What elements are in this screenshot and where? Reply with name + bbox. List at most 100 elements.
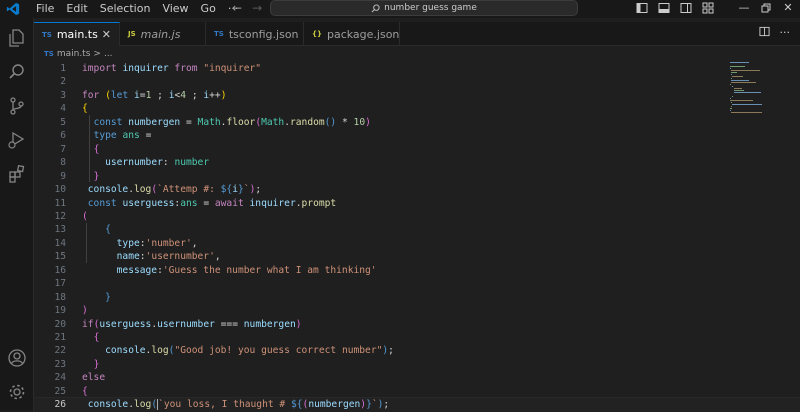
- breadcrumb-file[interactable]: main.ts: [57, 49, 91, 59]
- breadcrumb-more[interactable]: ...: [104, 49, 113, 59]
- code-line[interactable]: 13 {: [34, 223, 800, 236]
- line-number: 8: [60, 157, 66, 169]
- code-line[interactable]: 8 usernumber: number: [34, 156, 800, 169]
- toggle-panel-icon[interactable]: [658, 2, 670, 14]
- code-token: ;: [383, 399, 390, 411]
- code-token: prompt: [301, 197, 337, 209]
- code-line[interactable]: 20 if(userguess.usernumber === numbergen): [34, 318, 800, 331]
- minimap-line: [731, 106, 732, 107]
- line-number: 17: [54, 278, 66, 290]
- line-number: 12: [54, 210, 66, 222]
- code-token: =: [185, 116, 198, 128]
- code-line[interactable]: 23 }: [34, 358, 800, 371]
- split-editor-icon[interactable]: [758, 26, 770, 37]
- code-line[interactable]: 10 console.log(`Attemp #: ${i}`);: [34, 183, 800, 196]
- toggle-sidebar-icon[interactable]: [636, 2, 648, 14]
- title-bar: File Edit Selection View Go ··· ← → numb…: [0, 0, 800, 18]
- tab-main-ts[interactable]: TS main.ts ✕: [34, 22, 120, 46]
- run-debug-icon[interactable]: [7, 130, 27, 150]
- code-line[interactable]: 22 console.log("Good job! you guess corr…: [34, 344, 800, 357]
- code-token: `you loss, I thaught #: [158, 399, 291, 411]
- line-number: 6: [60, 130, 66, 142]
- code-token: const: [93, 116, 129, 128]
- code-line[interactable]: 9 }: [34, 170, 800, 183]
- line-number: 23: [54, 358, 66, 370]
- minimize-icon[interactable]: —: [738, 2, 750, 14]
- back-arrow-icon[interactable]: ←: [232, 1, 242, 15]
- line-number: 21: [54, 332, 66, 343]
- code-token: name: [116, 251, 140, 263]
- code-token: for: [82, 89, 106, 101]
- restore-icon[interactable]: [760, 2, 772, 14]
- close-window-icon[interactable]: ✕: [782, 2, 794, 14]
- code-line[interactable]: 12 (: [34, 210, 800, 223]
- gear-icon[interactable]: [7, 382, 27, 402]
- code-token: userguess: [122, 197, 175, 209]
- tab-package-json[interactable]: {} package.json: [304, 22, 400, 46]
- breadcrumb-separator: >: [93, 49, 101, 59]
- code-token: "Good job! you guess correct number": [174, 345, 383, 357]
- forward-arrow-icon[interactable]: →: [252, 1, 262, 15]
- source-control-icon[interactable]: [7, 96, 27, 116]
- code-line[interactable]: 3 for (let i=1 ; i<4 ; i++): [34, 89, 800, 102]
- code-token: (): [324, 116, 342, 128]
- code-token: ,: [214, 251, 221, 263]
- menu-go[interactable]: Go: [195, 2, 222, 16]
- vscode-logo-icon[interactable]: [6, 2, 20, 16]
- minimap-line: [730, 108, 733, 109]
- menu-view[interactable]: View: [156, 2, 194, 16]
- minimap-line: [730, 80, 749, 81]
- more-actions-icon[interactable]: ···: [780, 26, 791, 39]
- code-line[interactable]: 5 const numbergen = Math.floor(Math.rand…: [34, 116, 800, 129]
- code-line[interactable]: 11 const userguess:ans = await inquirer.…: [34, 197, 800, 210]
- code-text: type ans =: [82, 129, 152, 142]
- menu-selection[interactable]: Selection: [94, 2, 157, 16]
- code-line[interactable]: 4{: [34, 102, 800, 115]
- tab-main-js[interactable]: JS main.js: [120, 22, 206, 46]
- line-number: 18: [54, 291, 66, 303]
- code-text: {: [82, 385, 88, 398]
- account-icon[interactable]: [7, 348, 27, 368]
- code-line[interactable]: 15 name:'usernumber',: [34, 250, 800, 263]
- code-line[interactable]: 24 else: [34, 371, 800, 384]
- code-line[interactable]: 16 message:'Guess the number what I am t…: [34, 264, 800, 277]
- line-number: 14: [54, 237, 66, 249]
- code-line[interactable]: 19): [34, 304, 800, 317]
- toggle-secondary-sidebar-icon[interactable]: [680, 2, 692, 14]
- code-text: type:'number',: [82, 237, 198, 250]
- code-line[interactable]: 14 type:'number',: [34, 237, 800, 250]
- tab-tsconfig-json[interactable]: TS tsconfig.json: [206, 22, 304, 46]
- menu-file[interactable]: File: [30, 2, 60, 16]
- code-line[interactable]: 7 {: [34, 143, 800, 156]
- line-number: 7: [60, 143, 66, 155]
- menu-edit[interactable]: Edit: [60, 2, 93, 16]
- code-token: console: [105, 345, 146, 357]
- minimap-line: [733, 88, 742, 89]
- code-editor[interactable]: 1 import inquirer from "inquirer" 2 3 for (l…: [33, 62, 800, 412]
- code-line[interactable]: 2: [34, 75, 800, 88]
- code-text: {: [82, 331, 100, 344]
- code-token: 'usernumber': [145, 251, 215, 263]
- code-token: ;: [191, 89, 204, 101]
- code-line[interactable]: 21 {: [34, 331, 800, 344]
- code-line[interactable]: 25 {: [34, 385, 800, 398]
- command-center-label: number guess game: [384, 3, 477, 13]
- line-number: 19: [54, 305, 66, 317]
- code-line[interactable]: 17: [34, 277, 800, 290]
- code-line[interactable]: 6 type ans =: [34, 129, 800, 142]
- code-text: ): [82, 304, 88, 317]
- command-center[interactable]: number guess game: [270, 0, 578, 16]
- minimap[interactable]: [730, 62, 770, 122]
- search-icon[interactable]: [7, 62, 27, 82]
- extensions-icon[interactable]: [7, 164, 27, 184]
- code-line[interactable]: 18 }: [34, 291, 800, 304]
- code-text: const userguess:ans = await inquirer.pro…: [82, 197, 336, 210]
- code-line[interactable]: 1 import inquirer from "inquirer": [34, 62, 800, 75]
- customize-layout-icon[interactable]: [702, 2, 714, 14]
- tab-label: main.ts: [56, 28, 98, 41]
- files-icon[interactable]: [7, 28, 27, 48]
- close-icon[interactable]: ✕: [102, 28, 111, 41]
- code-text: {: [82, 102, 88, 115]
